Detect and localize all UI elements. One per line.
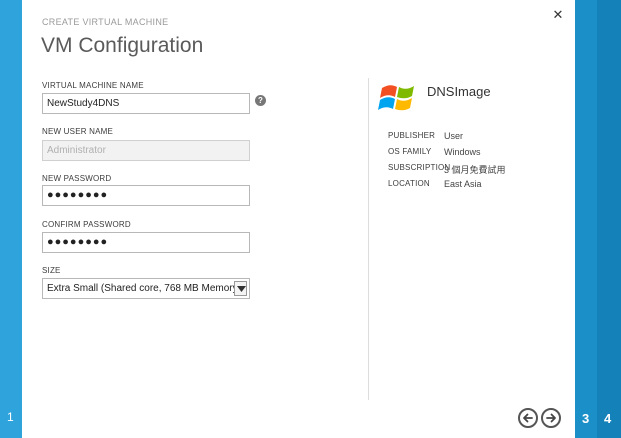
chevron-down-icon[interactable] [234,281,247,296]
vm-name-input[interactable]: NewStudy4DNS [42,93,250,114]
wizard-step-1[interactable]: 1 [0,0,22,438]
password-label: NEW PASSWORD [42,174,112,183]
location-value: East Asia [444,179,482,189]
size-selected-value: Extra Small (Shared core, 768 MB Memory) [47,283,241,294]
password-input[interactable]: ●●●●●●●● [42,185,250,206]
os-family-label: OS FAMILY [388,147,432,156]
page-title: VM Configuration [41,34,204,57]
step-number-3: 3 [582,411,590,426]
vm-name-label: VIRTUAL MACHINE NAME [42,81,144,90]
user-name-label: NEW USER NAME [42,127,114,136]
confirm-password-label: CONFIRM PASSWORD [42,220,131,229]
arrow-left-icon [523,413,533,423]
size-label: SIZE [42,266,61,275]
publisher-value: User [444,131,464,141]
help-icon[interactable]: ? [255,95,266,106]
step-number-1: 1 [7,410,14,424]
arrow-right-icon [546,413,556,423]
os-family-value: Windows [444,147,481,157]
close-icon[interactable]: ✕ [551,8,565,22]
wizard-step-4[interactable]: 4 [597,0,621,438]
step-number-4: 4 [604,411,612,426]
column-divider [368,78,369,400]
image-name: DNSImage [427,84,491,99]
windows-logo-icon [378,85,414,111]
user-name-input: Administrator [42,140,250,161]
wizard-step-3[interactable]: 3 [575,0,597,438]
confirm-password-input[interactable]: ●●●●●●●● [42,232,250,253]
next-button[interactable] [541,408,561,428]
subscription-value: 3 個月免費試用 [444,165,506,175]
dialog-eyebrow: CREATE VIRTUAL MACHINE [42,17,169,27]
subscription-label: SUBSCRIPTION [388,163,451,172]
create-vm-dialog: ✕ CREATE VIRTUAL MACHINE VM Configuratio… [22,0,575,438]
location-label: LOCATION [388,179,430,188]
back-button[interactable] [518,408,538,428]
publisher-label: PUBLISHER [388,131,436,140]
size-select[interactable]: Extra Small (Shared core, 768 MB Memory) [42,278,250,299]
